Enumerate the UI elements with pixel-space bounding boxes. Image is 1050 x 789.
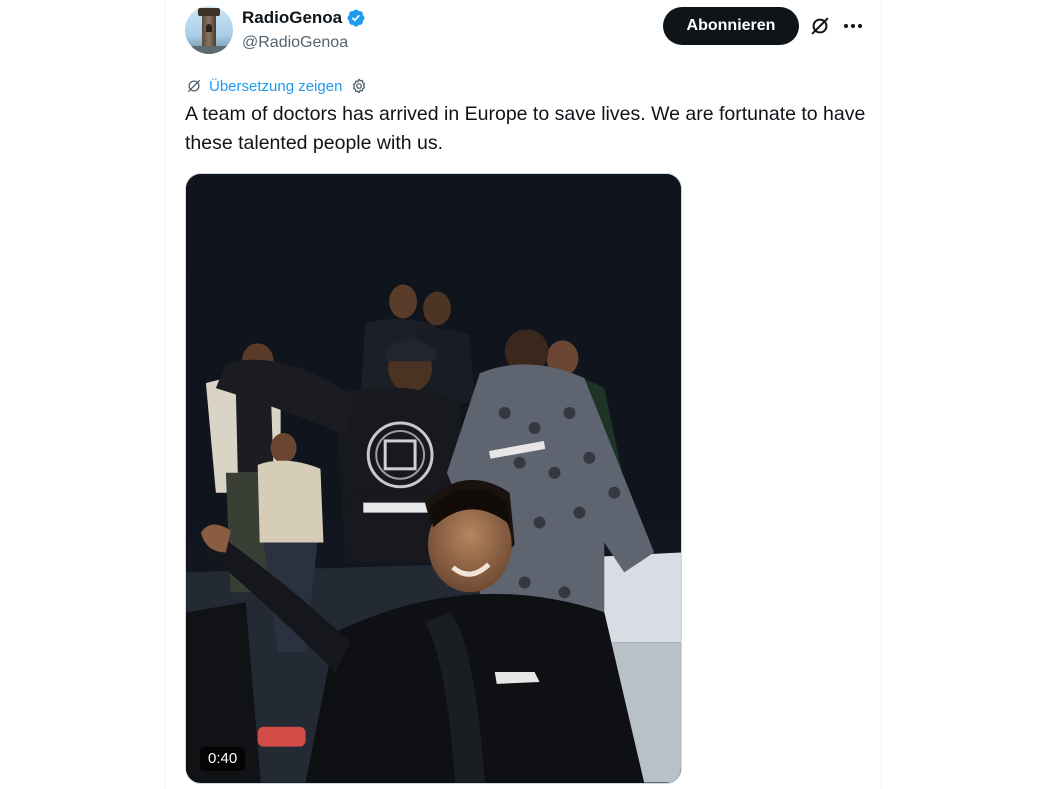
grok-icon[interactable]	[809, 15, 831, 37]
more-icon[interactable]	[841, 14, 865, 38]
author-name-row: RadioGenoa	[242, 8, 366, 28]
author-display-name[interactable]: RadioGenoa	[242, 8, 342, 28]
subscribe-button[interactable]: Abonnieren	[663, 7, 799, 45]
translate-icon	[188, 80, 200, 92]
video-duration-badge: 0:40	[200, 747, 246, 771]
translate-label[interactable]: Übersetzung zeigen	[209, 78, 342, 95]
avatar[interactable]	[185, 6, 233, 54]
tweet-column: RadioGenoa @RadioGenoa Abonnieren Überse…	[164, 0, 882, 789]
video-player[interactable]: 0:40	[185, 173, 682, 784]
tweet-text: A team of doctors has arrived in Europe …	[185, 103, 866, 154]
author-handle[interactable]: @RadioGenoa	[242, 34, 348, 52]
video-thumbnail	[186, 174, 681, 783]
translate-link[interactable]: Übersetzung zeigen	[185, 77, 368, 95]
gear-icon[interactable]	[350, 77, 368, 95]
verified-badge-icon[interactable]	[346, 8, 366, 28]
